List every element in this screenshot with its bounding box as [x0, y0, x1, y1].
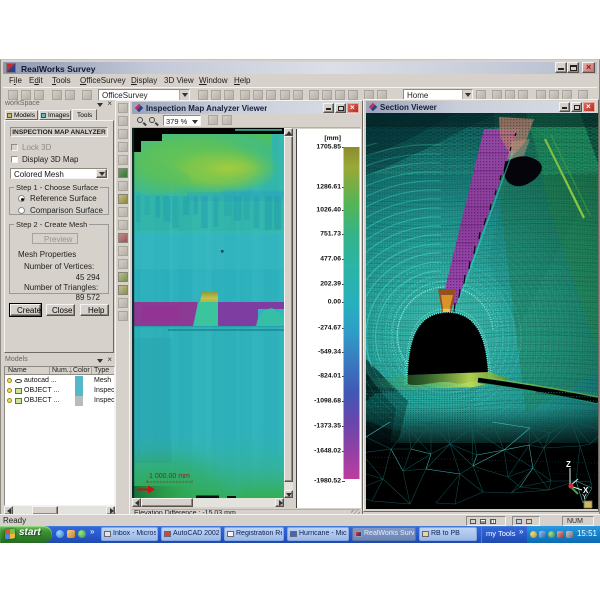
- svg-text:-274.67: -274.67: [318, 325, 341, 332]
- svg-text:-1980.52: -1980.52: [314, 478, 341, 485]
- svg-text:-1098.68: -1098.68: [314, 398, 341, 405]
- svg-text:[mm]: [mm]: [324, 135, 341, 142]
- svg-text:202.39: 202.39: [320, 281, 341, 288]
- svg-text:0.00: 0.00: [328, 299, 341, 306]
- svg-text:Y: Y: [582, 494, 587, 501]
- svg-text:1286.61: 1286.61: [316, 184, 341, 191]
- svg-text:-1648.02: -1648.02: [314, 448, 341, 455]
- svg-text:1705.85: 1705.85: [316, 144, 341, 151]
- svg-text:477.06: 477.06: [320, 256, 341, 263]
- svg-text:751.73: 751.73: [320, 231, 341, 238]
- svg-text:1 000.00 mm: 1 000.00 mm: [149, 473, 190, 480]
- svg-text:-824.01: -824.01: [318, 373, 341, 380]
- svg-text:-549.34: -549.34: [318, 349, 341, 356]
- svg-text:-1373.35: -1373.35: [314, 423, 341, 430]
- svg-text:1026.40: 1026.40: [316, 207, 341, 214]
- svg-text:Z: Z: [566, 460, 571, 469]
